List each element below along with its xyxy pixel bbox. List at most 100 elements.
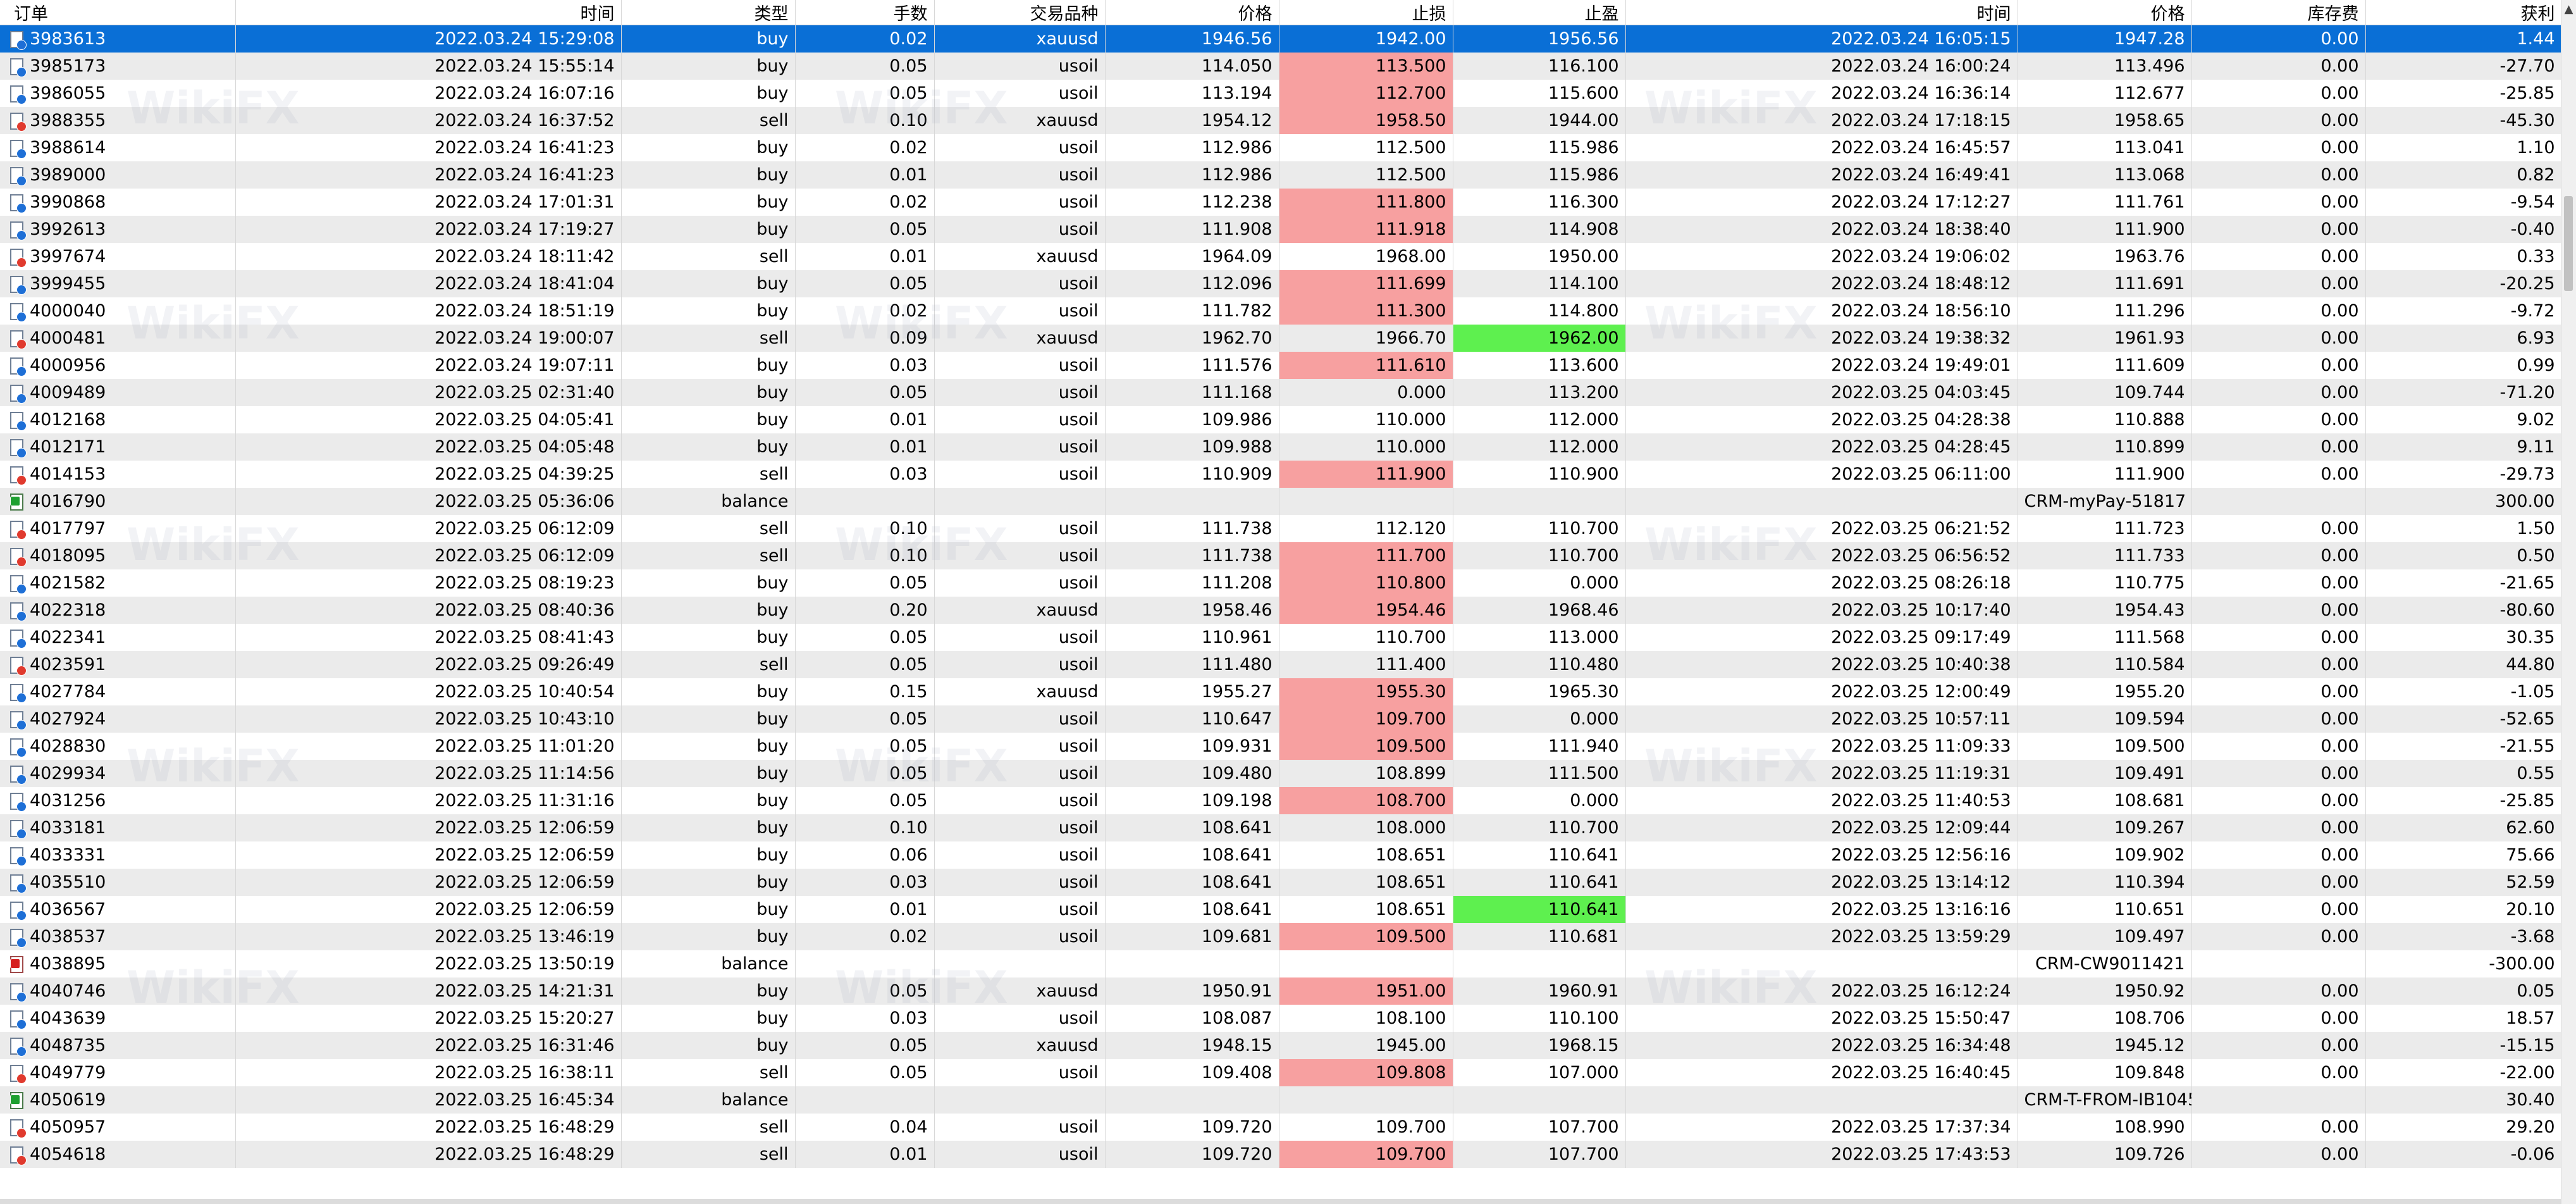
column-header-open-price[interactable]: 价格	[1105, 0, 1279, 25]
table-row[interactable]: 4048735 2022.03.25 16:31:46 buy 0.05 xauusd 1…	[0, 1032, 2562, 1059]
cell-order: 4014153	[0, 461, 236, 488]
cell-stop-loss: 108.100	[1279, 1005, 1453, 1032]
table-row[interactable]: 4009489 2022.03.25 02:31:40 buy 0.05 usoil 11…	[0, 379, 2562, 406]
table-row[interactable]: 4033331 2022.03.25 12:06:59 buy 0.06 usoil 10…	[0, 841, 2562, 869]
cell-swap: 0.00	[2191, 651, 2366, 678]
horizontal-scrollbar[interactable]	[0, 1199, 2561, 1204]
table-row[interactable]: 4028830 2022.03.25 11:01:20 buy 0.05 usoil 10…	[0, 733, 2562, 760]
cell-close-price: 109.744	[2018, 379, 2192, 406]
table-row[interactable]: 4036567 2022.03.25 12:06:59 buy 0.01 usoil 10…	[0, 896, 2562, 923]
cell-take-profit: 111.500	[1453, 760, 1626, 787]
order-number: 3985173	[30, 56, 106, 76]
cell-close-price: 110.584	[2018, 651, 2192, 678]
vertical-scrollbar[interactable]: ▲	[2561, 0, 2576, 1204]
cell-lots: 0.10	[795, 814, 935, 841]
column-header-profit[interactable]: 获利	[2365, 0, 2562, 25]
cell-open-time: 2022.03.25 16:48:29	[235, 1141, 622, 1168]
cell-order: 4043639	[0, 1005, 236, 1032]
table-row[interactable]: 4023591 2022.03.25 09:26:49 sell 0.05 usoil 1…	[0, 651, 2562, 678]
cell-open-time: 2022.03.24 17:01:31	[235, 189, 622, 216]
table-row[interactable]: 4012168 2022.03.25 04:05:41 buy 0.01 usoil 10…	[0, 406, 2562, 433]
cell-stop-loss: 113.500	[1279, 53, 1453, 80]
cell-stop-loss: 1958.50	[1279, 107, 1453, 134]
table-row[interactable]: 4040746 2022.03.25 14:21:31 buy 0.05 xauusd 1…	[0, 977, 2562, 1005]
table-row[interactable]: 3992613 2022.03.24 17:19:27 buy 0.05 usoil 11…	[0, 216, 2562, 243]
table-row[interactable]: 3986055 2022.03.24 16:07:16 buy 0.05 usoil 11…	[0, 80, 2562, 107]
table-row[interactable]: 4050619 2022.03.25 16:45:34 balance CRM-T-F…	[0, 1086, 2562, 1114]
table-row[interactable]: 4022341 2022.03.25 08:41:43 buy 0.05 usoil 11…	[0, 624, 2562, 651]
table-row[interactable]: 4016790 2022.03.25 05:36:06 balance CRM-myP…	[0, 488, 2562, 515]
cell-open-price: 113.194	[1105, 80, 1279, 107]
cell-close-price: 111.296	[2018, 297, 2192, 325]
cell-stop-loss: 109.500	[1279, 733, 1453, 760]
table-row[interactable]: 4012171 2022.03.25 04:05:48 buy 0.01 usoil 10…	[0, 433, 2562, 461]
table-row[interactable]: 4043639 2022.03.25 15:20:27 buy 0.03 usoil 10…	[0, 1005, 2562, 1032]
table-row[interactable]: 3988355 2022.03.24 16:37:52 sell 0.10 xauusd…	[0, 107, 2562, 134]
cell-lots: 0.05	[795, 270, 935, 297]
table-row[interactable]: 4017797 2022.03.25 06:12:09 sell 0.10 usoil 1…	[0, 515, 2562, 542]
table-row[interactable]: 4029934 2022.03.25 11:14:56 buy 0.05 usoil 10…	[0, 760, 2562, 787]
column-header-take-profit[interactable]: 止盈	[1453, 0, 1626, 25]
table-row[interactable]: 4022318 2022.03.25 08:40:36 buy 0.20 xauusd 1…	[0, 597, 2562, 624]
cell-open-price	[1105, 488, 1279, 515]
table-row[interactable]: 4027784 2022.03.25 10:40:54 buy 0.15 xauusd 1…	[0, 678, 2562, 705]
cell-open-time: 2022.03.25 10:40:54	[235, 678, 622, 705]
cell-take-profit: 1965.30	[1453, 678, 1626, 705]
cell-lots: 0.01	[795, 433, 935, 461]
cell-stop-loss: 111.610	[1279, 352, 1453, 379]
table-row[interactable]: 4027924 2022.03.25 10:43:10 buy 0.05 usoil 11…	[0, 705, 2562, 733]
cell-open-price: 1958.46	[1105, 597, 1279, 624]
buy-order-icon	[10, 1038, 27, 1057]
table-row[interactable]: 4014153 2022.03.25 04:39:25 sell 0.03 usoil 1…	[0, 461, 2562, 488]
cell-open-time: 2022.03.24 18:41:04	[235, 270, 622, 297]
table-row[interactable]: 4038895 2022.03.25 13:50:19 balance CRM-CW9…	[0, 950, 2562, 977]
table-row[interactable]: 4033181 2022.03.25 12:06:59 buy 0.10 usoil 10…	[0, 814, 2562, 841]
table-row[interactable]: 3983613 2022.03.24 15:29:08 buy 0.02 xauusd 1…	[0, 25, 2562, 53]
cell-swap: 0.00	[2191, 325, 2366, 352]
cell-take-profit: 110.641	[1453, 869, 1626, 896]
cell-profit: 52.59	[2365, 869, 2562, 896]
table-row[interactable]: 3999455 2022.03.24 18:41:04 buy 0.05 usoil 11…	[0, 270, 2562, 297]
column-header-stop-loss[interactable]: 止损	[1279, 0, 1453, 25]
table-row[interactable]: 4000040 2022.03.24 18:51:19 buy 0.02 usoil 11…	[0, 297, 2562, 325]
table-row[interactable]: 4000481 2022.03.24 19:00:07 sell 0.09 xauusd…	[0, 325, 2562, 352]
cell-profit: 9.02	[2365, 406, 2562, 433]
table-row[interactable]: 4018095 2022.03.25 06:12:09 sell 0.10 usoil 1…	[0, 542, 2562, 569]
table-row[interactable]: 3988614 2022.03.24 16:41:23 buy 0.02 usoil 11…	[0, 134, 2562, 161]
column-header-order[interactable]: 订单	[0, 0, 236, 25]
order-number: 4028830	[30, 736, 106, 756]
cell-profit: 20.10	[2365, 896, 2562, 923]
table-row[interactable]: 4050957 2022.03.25 16:48:29 sell 0.04 usoil 1…	[0, 1114, 2562, 1141]
cell-swap: 0.00	[2191, 1141, 2366, 1168]
buy-order-icon	[10, 167, 27, 186]
cell-symbol: usoil	[934, 80, 1106, 107]
column-header-lots[interactable]: 手数	[795, 0, 935, 25]
cell-open-time: 2022.03.24 16:37:52	[235, 107, 622, 134]
table-row[interactable]: 4038537 2022.03.25 13:46:19 buy 0.02 usoil 10…	[0, 923, 2562, 950]
cell-close-price: 109.267	[2018, 814, 2192, 841]
table-row[interactable]: 4021582 2022.03.25 08:19:23 buy 0.05 usoil 11…	[0, 569, 2562, 597]
table-row[interactable]: 4054618 2022.03.25 16:48:29 sell 0.01 usoil 1…	[0, 1141, 2562, 1168]
column-header-symbol[interactable]: 交易品种	[934, 0, 1106, 25]
column-header-open-time[interactable]: 时间	[235, 0, 622, 25]
scroll-up-arrow-icon[interactable]: ▲	[2561, 3, 2576, 16]
cell-order: 4027924	[0, 705, 236, 733]
cell-swap: 0.00	[2191, 896, 2366, 923]
table-row[interactable]: 3985173 2022.03.24 15:55:14 buy 0.05 usoil 11…	[0, 53, 2562, 80]
column-header-type[interactable]: 类型	[621, 0, 796, 25]
table-row[interactable]: 3997674 2022.03.24 18:11:42 sell 0.01 xauusd…	[0, 243, 2562, 270]
cell-order: 4018095	[0, 542, 236, 569]
cell-lots: 0.01	[795, 896, 935, 923]
column-header-close-price[interactable]: 价格	[2018, 0, 2192, 25]
table-row[interactable]: 4049779 2022.03.25 16:38:11 sell 0.05 usoil 1…	[0, 1059, 2562, 1086]
column-header-swap[interactable]: 库存费	[2191, 0, 2366, 25]
table-row[interactable]: 4035510 2022.03.25 12:06:59 buy 0.03 usoil 10…	[0, 869, 2562, 896]
cell-close-time: 2022.03.25 10:40:38	[1625, 651, 2018, 678]
table-row[interactable]: 4031256 2022.03.25 11:31:16 buy 0.05 usoil 10…	[0, 787, 2562, 814]
buy-order-icon	[10, 58, 27, 77]
table-row[interactable]: 4000956 2022.03.24 19:07:11 buy 0.03 usoil 11…	[0, 352, 2562, 379]
column-header-close-time[interactable]: 时间	[1625, 0, 2018, 25]
table-row[interactable]: 3989000 2022.03.24 16:41:23 buy 0.01 usoil 11…	[0, 161, 2562, 189]
table-row[interactable]: 3990868 2022.03.24 17:01:31 buy 0.02 usoil 11…	[0, 189, 2562, 216]
scroll-thumb[interactable]	[2564, 196, 2573, 291]
